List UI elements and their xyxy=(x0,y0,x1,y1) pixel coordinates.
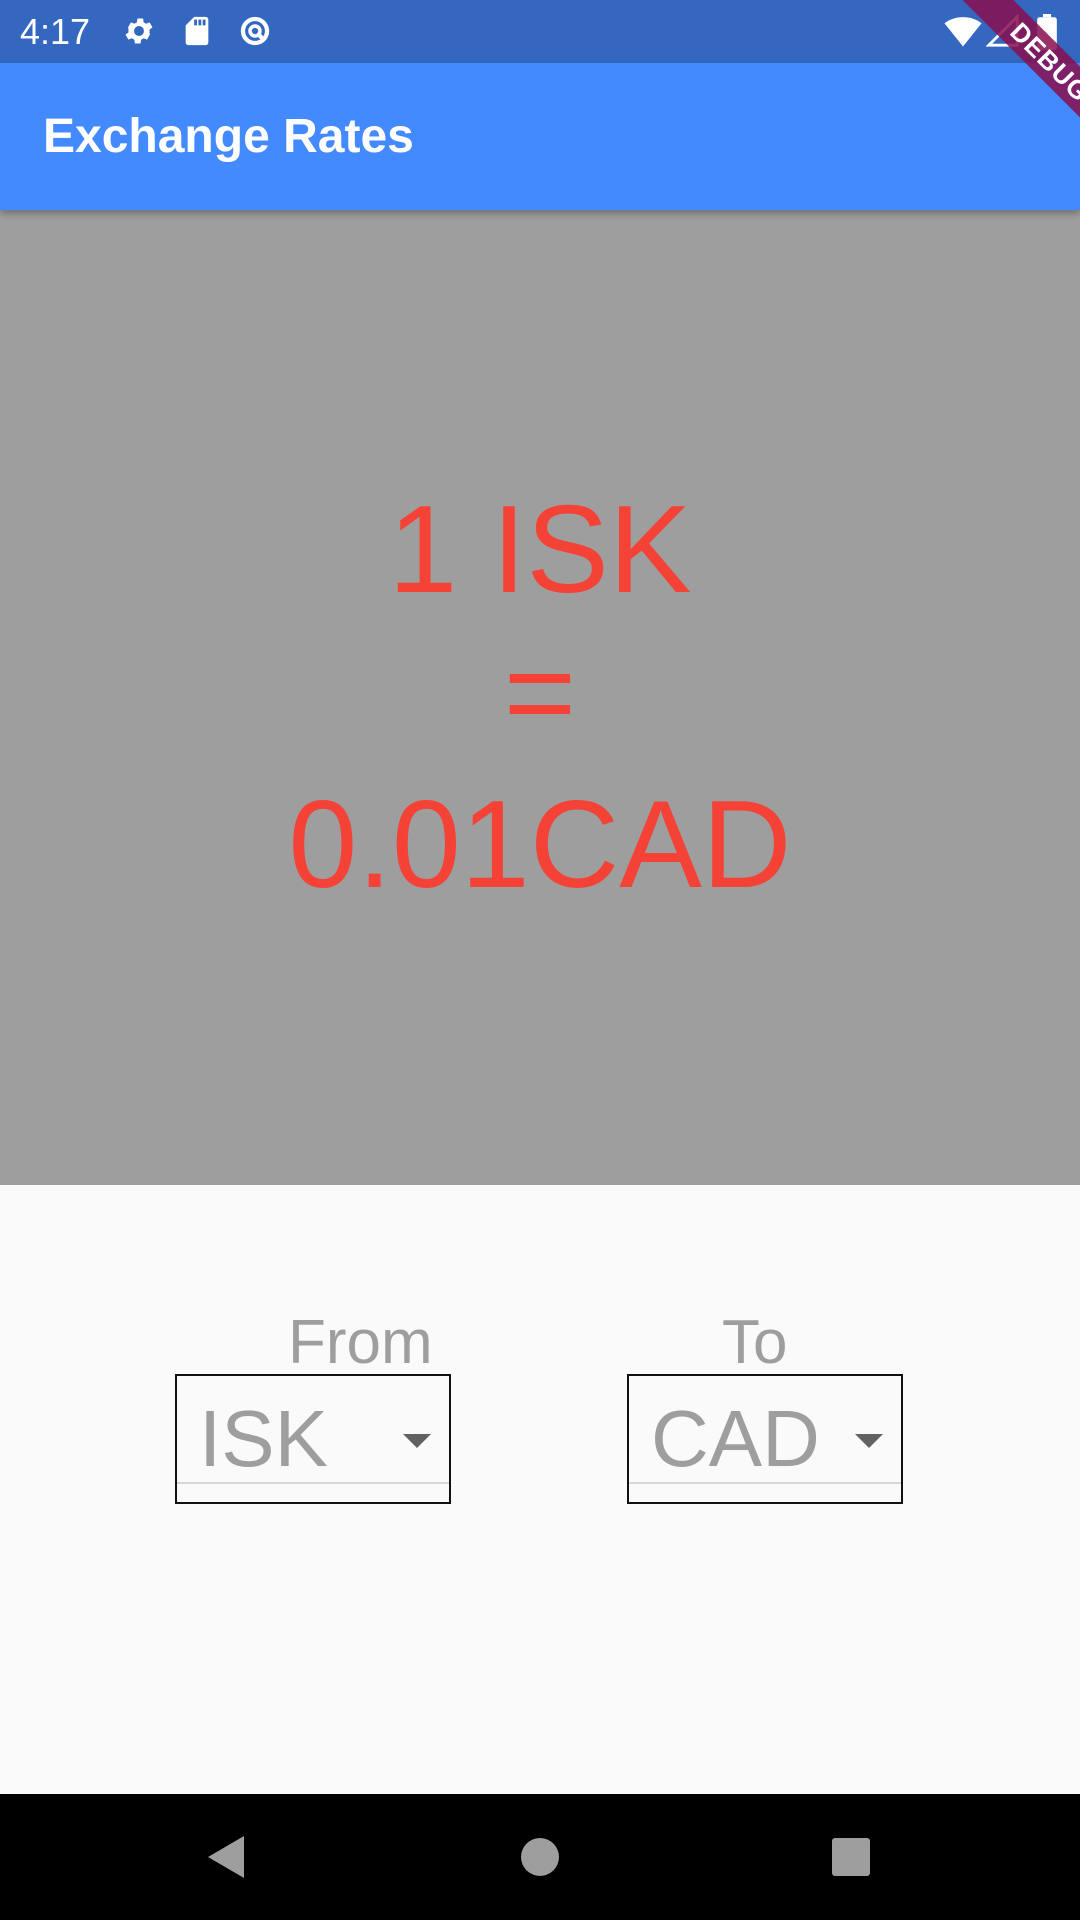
home-button[interactable] xyxy=(470,1794,610,1920)
screen: 4:17 Exchange Rates 1 ISK = 0.01CAD From… xyxy=(0,0,1080,1920)
status-time: 4:17 xyxy=(20,11,91,52)
cell-signal-icon xyxy=(985,13,1020,48)
status-bar: 4:17 xyxy=(0,0,1080,63)
navigation-bar xyxy=(0,1794,1080,1920)
dropdown-arrow-icon xyxy=(855,1434,883,1448)
rate-equals: = xyxy=(503,624,577,762)
rate-to-amount: 0.01CAD xyxy=(288,776,792,914)
sd-card-icon xyxy=(180,14,214,48)
app-bar: Exchange Rates xyxy=(0,63,1080,210)
recents-icon xyxy=(832,1838,870,1876)
wifi-icon xyxy=(944,14,982,48)
recents-button[interactable] xyxy=(781,1794,921,1920)
gear-icon xyxy=(122,14,156,48)
app-title: Exchange Rates xyxy=(43,110,414,163)
home-icon xyxy=(521,1838,559,1876)
from-currency-value: ISK xyxy=(199,1394,328,1483)
dropdown-underline xyxy=(177,1482,449,1484)
back-button[interactable] xyxy=(156,1794,296,1920)
from-label: From xyxy=(288,1308,433,1377)
to-currency-dropdown[interactable]: CAD xyxy=(627,1374,903,1504)
rate-panel: 1 ISK = 0.01CAD xyxy=(0,210,1080,1185)
back-icon xyxy=(208,1836,244,1878)
battery-icon xyxy=(1036,14,1058,50)
to-currency-value: CAD xyxy=(651,1394,820,1483)
dropdown-arrow-icon xyxy=(403,1434,431,1448)
to-label: To xyxy=(722,1308,788,1377)
data-saver-icon xyxy=(238,14,272,48)
rate-from-amount: 1 ISK xyxy=(388,481,692,619)
dropdown-underline xyxy=(629,1482,901,1484)
from-currency-dropdown[interactable]: ISK xyxy=(175,1374,451,1504)
